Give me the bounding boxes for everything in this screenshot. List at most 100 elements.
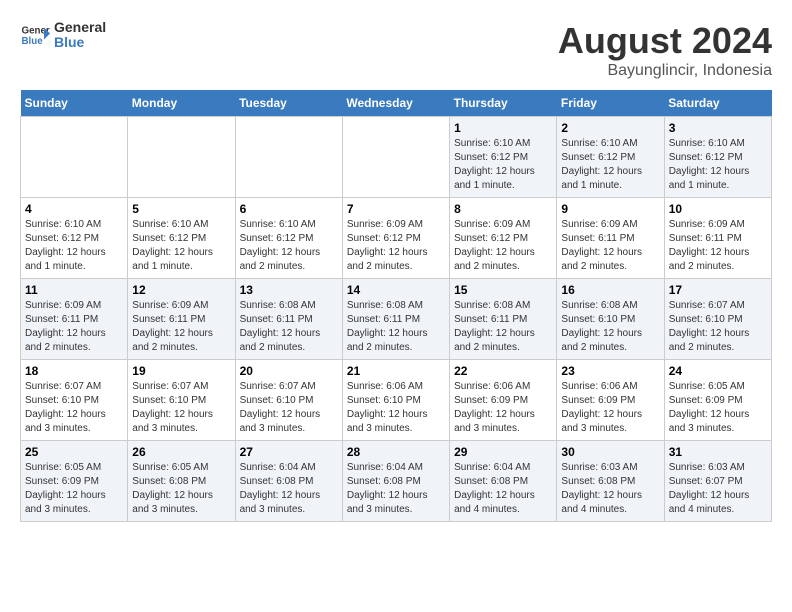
day-info: Sunrise: 6:09 AM Sunset: 6:11 PM Dayligh… — [25, 299, 123, 355]
calendar-cell: 10Sunrise: 6:09 AM Sunset: 6:11 PM Dayli… — [664, 198, 771, 279]
day-info: Sunrise: 6:09 AM Sunset: 6:11 PM Dayligh… — [132, 299, 230, 355]
calendar-cell: 29 Sunrise: 6:04 AM Sunset: 6:08 PM Dayli… — [450, 441, 557, 522]
page-header: General Blue General Blue August 2024 Ba… — [20, 20, 772, 80]
day-number: 1 — [454, 121, 552, 135]
day-number: 12 — [132, 283, 230, 297]
calendar-cell: 2 Sunrise: 6:10 AM Sunset: 6:12 PM Daylig… — [557, 117, 664, 198]
calendar-cell: 21Sunrise: 6:06 AM Sunset: 6:10 PM Dayli… — [342, 360, 449, 441]
day-number: 20 — [240, 364, 338, 378]
day-info: Sunrise: 6:04 AM Sunset: 6:08 PM Dayligh… — [240, 461, 338, 517]
day-number: 24 — [669, 364, 767, 378]
day-number: 3 — [669, 121, 767, 135]
calendar-cell: 4 Sunrise: 6:10 AM Sunset: 6:12 PM Daylig… — [21, 198, 128, 279]
day-info: Sunrise: 6:07 AM Sunset: 6:10 PM Dayligh… — [240, 380, 338, 436]
day-number: 2 — [561, 121, 659, 135]
day-info: Sunrise: 6:04 AM Sunset: 6:08 PM Dayligh… — [454, 461, 552, 517]
day-number: 31 — [669, 445, 767, 459]
calendar-cell: 12 Sunrise: 6:09 AM Sunset: 6:11 PM Dayli… — [128, 279, 235, 360]
day-info: Sunrise: 6:10 AM Sunset: 6:12 PM Dayligh… — [561, 137, 659, 193]
calendar-cell: 25 Sunrise: 6:05 AM Sunset: 6:09 PM Dayli… — [21, 441, 128, 522]
day-number: 27 — [240, 445, 338, 459]
day-number: 29 — [454, 445, 552, 459]
day-number: 14 — [347, 283, 445, 297]
day-info: Sunrise: 6:10 AM Sunset: 6:12 PM Dayligh… — [454, 137, 552, 193]
day-number: 4 — [25, 202, 123, 216]
day-number: 25 — [25, 445, 123, 459]
calendar-cell: 18 Sunrise: 6:07 AM Sunset: 6:10 PM Dayli… — [21, 360, 128, 441]
day-info: Sunrise: 6:10 AM Sunset: 6:12 PM Dayligh… — [25, 218, 123, 274]
day-info: Sunrise: 6:10 AM Sunset: 6:12 PM Dayligh… — [132, 218, 230, 274]
calendar-cell: 6 Sunrise: 6:10 AM Sunset: 6:12 PM Daylig… — [235, 198, 342, 279]
weekday-header-tuesday: Tuesday — [235, 90, 342, 117]
calendar-cell — [342, 117, 449, 198]
day-info: Sunrise: 6:07 AM Sunset: 6:10 PM Dayligh… — [25, 380, 123, 436]
weekday-header-friday: Friday — [557, 90, 664, 117]
day-number: 18 — [25, 364, 123, 378]
day-number: 6 — [240, 202, 338, 216]
day-info: Sunrise: 6:08 AM Sunset: 6:11 PM Dayligh… — [347, 299, 445, 355]
day-number: 19 — [132, 364, 230, 378]
calendar-cell: 20 Sunrise: 6:07 AM Sunset: 6:10 PM Dayli… — [235, 360, 342, 441]
day-info: Sunrise: 6:09 AM Sunset: 6:11 PM Dayligh… — [561, 218, 659, 274]
calendar-cell: 14 Sunrise: 6:08 AM Sunset: 6:11 PM Dayli… — [342, 279, 449, 360]
title-block: August 2024 Bayunglincir, Indonesia — [558, 20, 772, 80]
calendar-cell: 31 Sunrise: 6:03 AM Sunset: 6:07 PM Dayli… — [664, 441, 771, 522]
day-info: Sunrise: 6:05 AM Sunset: 6:08 PM Dayligh… — [132, 461, 230, 517]
day-info: Sunrise: 6:03 AM Sunset: 6:08 PM Dayligh… — [561, 461, 659, 517]
calendar-cell: 16Sunrise: 6:08 AM Sunset: 6:10 PM Dayli… — [557, 279, 664, 360]
calendar-cell: 9Sunrise: 6:09 AM Sunset: 6:11 PM Daylig… — [557, 198, 664, 279]
week-row-2: 4 Sunrise: 6:10 AM Sunset: 6:12 PM Daylig… — [21, 198, 772, 279]
calendar-cell: 3Sunrise: 6:10 AM Sunset: 6:12 PM Daylig… — [664, 117, 771, 198]
day-number: 30 — [561, 445, 659, 459]
calendar-cell: 17Sunrise: 6:07 AM Sunset: 6:10 PM Dayli… — [664, 279, 771, 360]
logo: General Blue General Blue — [20, 20, 106, 51]
calendar-cell: 15 Sunrise: 6:08 AM Sunset: 6:11 PM Dayli… — [450, 279, 557, 360]
weekday-header-row: SundayMondayTuesdayWednesdayThursdayFrid… — [21, 90, 772, 117]
calendar-cell — [235, 117, 342, 198]
day-info: Sunrise: 6:09 AM Sunset: 6:11 PM Dayligh… — [669, 218, 767, 274]
day-info: Sunrise: 6:05 AM Sunset: 6:09 PM Dayligh… — [25, 461, 123, 517]
day-number: 15 — [454, 283, 552, 297]
day-info: Sunrise: 6:05 AM Sunset: 6:09 PM Dayligh… — [669, 380, 767, 436]
weekday-header-monday: Monday — [128, 90, 235, 117]
location: Bayunglincir, Indonesia — [558, 62, 772, 80]
day-number: 17 — [669, 283, 767, 297]
day-info: Sunrise: 6:06 AM Sunset: 6:09 PM Dayligh… — [561, 380, 659, 436]
calendar-cell — [128, 117, 235, 198]
calendar-cell: 26 Sunrise: 6:05 AM Sunset: 6:08 PM Dayli… — [128, 441, 235, 522]
day-number: 13 — [240, 283, 338, 297]
week-row-1: 1 Sunrise: 6:10 AM Sunset: 6:12 PM Daylig… — [21, 117, 772, 198]
calendar-cell: 5 Sunrise: 6:10 AM Sunset: 6:12 PM Daylig… — [128, 198, 235, 279]
svg-text:Blue: Blue — [22, 36, 44, 47]
day-number: 8 — [454, 202, 552, 216]
day-number: 26 — [132, 445, 230, 459]
day-info: Sunrise: 6:04 AM Sunset: 6:08 PM Dayligh… — [347, 461, 445, 517]
weekday-header-saturday: Saturday — [664, 90, 771, 117]
month-title: August 2024 — [558, 20, 772, 62]
day-number: 7 — [347, 202, 445, 216]
day-info: Sunrise: 6:06 AM Sunset: 6:09 PM Dayligh… — [454, 380, 552, 436]
day-number: 28 — [347, 445, 445, 459]
day-info: Sunrise: 6:03 AM Sunset: 6:07 PM Dayligh… — [669, 461, 767, 517]
calendar-cell: 27 Sunrise: 6:04 AM Sunset: 6:08 PM Dayli… — [235, 441, 342, 522]
weekday-header-sunday: Sunday — [21, 90, 128, 117]
week-row-4: 18 Sunrise: 6:07 AM Sunset: 6:10 PM Dayli… — [21, 360, 772, 441]
calendar-cell: 13 Sunrise: 6:08 AM Sunset: 6:11 PM Dayli… — [235, 279, 342, 360]
calendar-cell: 22Sunrise: 6:06 AM Sunset: 6:09 PM Dayli… — [450, 360, 557, 441]
day-number: 5 — [132, 202, 230, 216]
day-info: Sunrise: 6:07 AM Sunset: 6:10 PM Dayligh… — [132, 380, 230, 436]
calendar-cell: 1 Sunrise: 6:10 AM Sunset: 6:12 PM Daylig… — [450, 117, 557, 198]
calendar-cell: 30 Sunrise: 6:03 AM Sunset: 6:08 PM Dayli… — [557, 441, 664, 522]
logo-icon: General Blue — [20, 20, 50, 50]
calendar-cell: 23 Sunrise: 6:06 AM Sunset: 6:09 PM Dayli… — [557, 360, 664, 441]
day-info: Sunrise: 6:06 AM Sunset: 6:10 PM Dayligh… — [347, 380, 445, 436]
day-info: Sunrise: 6:10 AM Sunset: 6:12 PM Dayligh… — [240, 218, 338, 274]
calendar-cell: 11Sunrise: 6:09 AM Sunset: 6:11 PM Dayli… — [21, 279, 128, 360]
day-number: 23 — [561, 364, 659, 378]
week-row-5: 25 Sunrise: 6:05 AM Sunset: 6:09 PM Dayli… — [21, 441, 772, 522]
week-row-3: 11Sunrise: 6:09 AM Sunset: 6:11 PM Dayli… — [21, 279, 772, 360]
calendar-cell: 24 Sunrise: 6:05 AM Sunset: 6:09 PM Dayli… — [664, 360, 771, 441]
day-info: Sunrise: 6:08 AM Sunset: 6:11 PM Dayligh… — [454, 299, 552, 355]
logo-text-blue: Blue — [54, 35, 106, 50]
day-info: Sunrise: 6:08 AM Sunset: 6:11 PM Dayligh… — [240, 299, 338, 355]
